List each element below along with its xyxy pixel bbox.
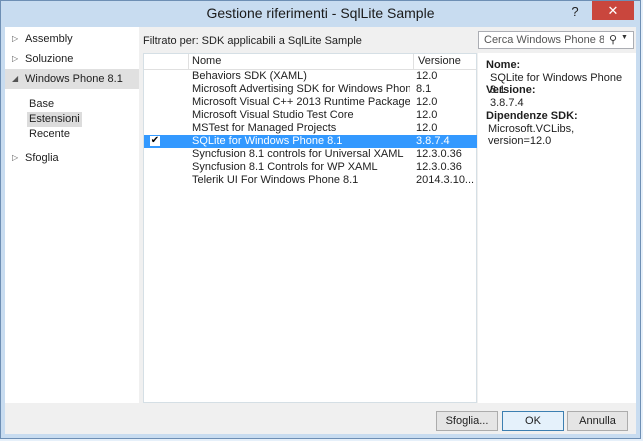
row-name: Syncfusion 8.1 Controls for WP XAML (192, 161, 378, 173)
table-row[interactable]: Behaviors SDK (XAML) 12.0 (144, 70, 477, 83)
title-bar: Gestione riferimenti - SqlLite Sample ? … (1, 1, 640, 27)
extensions-grid: Nome Versione Behaviors SDK (XAML) 12.0 … (143, 53, 477, 403)
table-row-selected[interactable]: ✔ SQLite for Windows Phone 8.1 3.8.7.4 (144, 135, 477, 148)
nav-sub-item-estensioni[interactable]: Estensioni (27, 112, 82, 127)
row-name: Telerik UI For Windows Phone 8.1 (192, 174, 359, 186)
details-deps-value: Microsoft.VCLibs, version=12.0 (488, 123, 575, 147)
checkbox-checked[interactable]: ✔ (150, 136, 160, 146)
row-name: Microsoft Visual Studio Test Core (192, 109, 354, 121)
details-version-label: Versione: (486, 84, 536, 96)
row-name: Syncfusion 8.1 controls for Universal XA… (192, 148, 404, 160)
row-version: 12.3.0.36 (416, 161, 462, 173)
dialog-client-area: ▷ Assembly ▷ Soluzione ◢ Windows Phone 8… (5, 27, 636, 434)
column-header-name[interactable]: Nome (192, 55, 221, 67)
grid-header: Nome Versione (144, 54, 476, 70)
search-input[interactable]: Cerca Windows Phone 8.1 (C ⚲ ▼ (478, 31, 634, 49)
search-icon[interactable]: ⚲ (609, 33, 617, 46)
nav-item-label: Assembly (25, 33, 73, 45)
row-name: MSTest for Managed Projects (192, 122, 337, 134)
table-row[interactable]: MSTest for Managed Projects 12.0 (144, 122, 477, 135)
row-version: 3.8.7.4 (416, 135, 450, 147)
row-name: Microsoft Visual C++ 2013 Runtime Packag… (192, 96, 410, 108)
row-name: Microsoft Advertising SDK for Windows Ph… (192, 83, 410, 95)
expand-arrow-icon[interactable]: ▷ (12, 29, 18, 49)
details-name-label: Nome: (486, 59, 521, 71)
nav-sub-item-recente[interactable]: Recente (29, 127, 70, 142)
window-title: Gestione riferimenti - SqlLite Sample (206, 5, 435, 21)
nav-item-label: Sfoglia (25, 152, 59, 164)
nav-item-sfoglia[interactable]: ▷ Sfoglia (5, 148, 139, 168)
search-placeholder[interactable]: Cerca Windows Phone 8.1 (C (484, 34, 604, 46)
column-separator[interactable] (413, 54, 414, 69)
table-row[interactable]: Syncfusion 8.1 controls for Universal XA… (144, 148, 477, 161)
nav-sub-item-base[interactable]: Base (29, 97, 54, 112)
row-version: 8.1 (416, 83, 432, 95)
table-row[interactable]: Microsoft Visual C++ 2013 Runtime Packag… (144, 96, 477, 109)
help-icon[interactable]: ? (566, 3, 584, 21)
expand-arrow-icon[interactable]: ▷ (12, 148, 18, 168)
row-version: 12.0 (416, 70, 438, 82)
row-version: 12.0 (416, 122, 438, 134)
nav-item-label: Soluzione (25, 53, 74, 65)
row-version: 12.0 (416, 109, 438, 121)
expand-arrow-icon[interactable]: ▷ (12, 49, 18, 69)
row-version: 12.0 (416, 96, 438, 108)
row-name: Behaviors SDK (XAML) (192, 70, 307, 82)
column-header-check[interactable] (144, 54, 189, 69)
table-row[interactable]: Microsoft Visual Studio Test Core 12.0 (144, 109, 477, 122)
nav-item-label: Windows Phone 8.1 (25, 73, 123, 85)
ok-button[interactable]: OK (502, 411, 564, 431)
browse-button[interactable]: Sfoglia... (436, 411, 498, 431)
nav-item-assembly[interactable]: ▷ Assembly (5, 29, 139, 49)
dropdown-arrow-icon[interactable]: ▼ (621, 34, 628, 41)
details-deps-label: Dipendenze SDK: (486, 110, 578, 122)
filter-label: Filtrato per: SDK applicabili a SqlLite … (143, 35, 362, 47)
collapse-arrow-icon[interactable]: ◢ (12, 69, 18, 89)
table-row[interactable]: Telerik UI For Windows Phone 8.1 2014.3.… (144, 174, 477, 187)
nav-item-soluzione[interactable]: ▷ Soluzione (5, 49, 139, 69)
table-row[interactable]: Microsoft Advertising SDK for Windows Ph… (144, 83, 477, 96)
cancel-button[interactable]: Annulla (567, 411, 628, 431)
column-header-version[interactable]: Versione (418, 55, 461, 67)
nav-item-windows-phone[interactable]: ◢ Windows Phone 8.1 (5, 69, 139, 89)
category-nav: ▷ Assembly ▷ Soluzione ◢ Windows Phone 8… (5, 27, 139, 403)
row-name: SQLite for Windows Phone 8.1 (192, 135, 343, 147)
reference-manager-window: Gestione riferimenti - SqlLite Sample ? … (0, 0, 641, 439)
details-panel: Nome: SQLite for Windows Phone 8.1 Versi… (478, 53, 636, 403)
row-version: 12.3.0.36 (416, 148, 462, 160)
table-row[interactable]: Syncfusion 8.1 Controls for WP XAML 12.3… (144, 161, 477, 174)
details-version-value: 3.8.7.4 (490, 97, 524, 109)
row-version: 2014.3.10... (416, 174, 475, 186)
close-button[interactable]: ✕ (592, 1, 634, 20)
